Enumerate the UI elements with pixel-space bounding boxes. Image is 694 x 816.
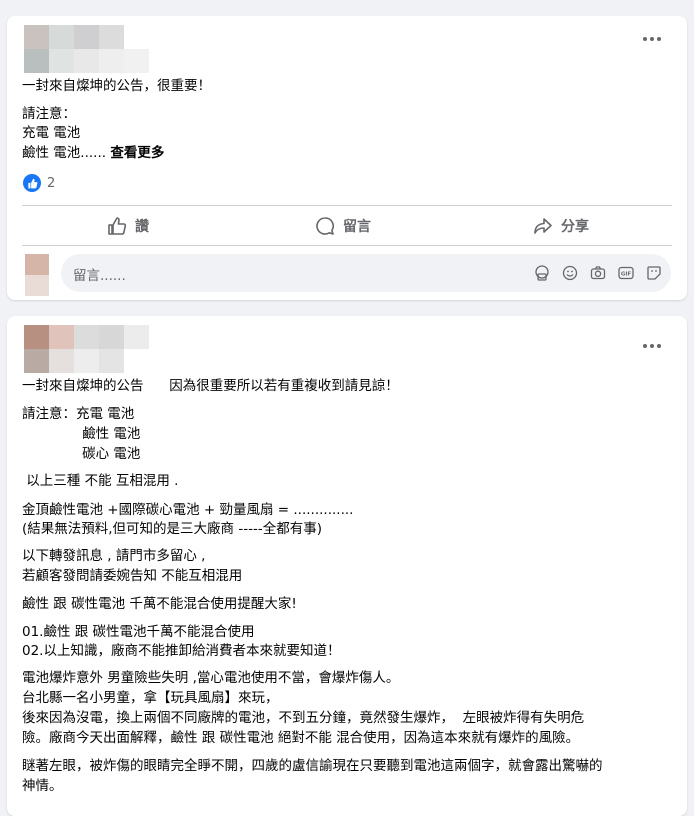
like-label: 讚 <box>135 219 149 235</box>
comment-placeholder: 留言...... <box>73 268 126 284</box>
post-text-line: 充電 電池 <box>22 125 81 141</box>
post-text-line: 以上三種 不能 互相混用 . <box>22 473 179 489</box>
post-card-1: 一封來自燦坤的公告，很重要！ 請注意： 充電 電池 鹼性 電池...... 查看… <box>7 16 687 300</box>
share-button[interactable]: 分享 <box>533 214 589 238</box>
post-text-line: 若顧客發問請委婉告知 不能互相混用 <box>22 568 243 584</box>
post-text-prefix: 鹼性 電池...... <box>22 145 111 161</box>
like-button[interactable]: 讚 <box>107 214 149 238</box>
see-more-link[interactable]: 查看更多 <box>110 145 164 161</box>
post-text-line: 碳心 電池 <box>22 446 141 462</box>
divider <box>22 245 672 246</box>
post-text-line: 01.鹼性 跟 碳性電池千萬不能混合使用 <box>22 624 255 640</box>
like-reaction-icon <box>23 174 41 192</box>
comment-label: 留言 <box>343 219 371 235</box>
post-text-line: 後來因為沒電，換上兩個不同廠牌的電池，不到五分鐘，竟然發生爆炸， 左眼被炸得有失… <box>22 710 585 726</box>
post-text-line: 請注意：充電 電池 <box>22 406 135 422</box>
camera-icon[interactable] <box>589 264 607 282</box>
comment-button[interactable]: 留言 <box>315 214 371 238</box>
avatar[interactable] <box>24 325 149 373</box>
post-text-line: 鹼性 跟 碳性電池 千萬不能混合使用提醒大家! <box>22 596 297 612</box>
commenter-avatar[interactable] <box>25 254 49 296</box>
post-text-line: 鹼性 電池...... 查看更多 <box>22 143 164 163</box>
post-text-line: 金頂鹼性電池 +國際碳心電池 + 勁量風扇 = .............. <box>22 502 354 518</box>
reaction-summary[interactable]: 2 <box>23 174 55 192</box>
post-text-line: 神情。 <box>22 778 63 794</box>
svg-text:GIF: GIF <box>621 272 632 278</box>
thumbs-up-icon <box>108 217 127 235</box>
like-count: 2 <box>47 175 56 191</box>
emoji-icon[interactable] <box>561 264 579 282</box>
more-options-icon[interactable] <box>643 37 663 43</box>
comment-bubble-icon <box>316 217 335 235</box>
post-text-line: (結果無法預料,但可知的是三大廠商 -----全都有事) <box>22 521 322 537</box>
post-title: 一封來自燦坤的公告，很重要！ <box>22 78 211 94</box>
comment-input[interactable]: 留言...... GIF <box>61 254 671 292</box>
avatar[interactable] <box>24 25 149 73</box>
more-options-icon[interactable] <box>643 344 663 350</box>
share-label: 分享 <box>561 219 589 235</box>
sticker-icon[interactable] <box>645 264 663 282</box>
post-text-line: 鹼性 電池 <box>22 426 141 442</box>
gif-icon[interactable]: GIF <box>617 264 635 282</box>
divider <box>22 205 672 206</box>
post-text-line: 險。廠商今天出面解釋，鹼性 跟 碳性電池 絕對不能 混合使用，因為這本來就有爆炸… <box>22 730 580 746</box>
post-text-line: 02.以上知識，廠商不能推卸給消費者本來就要知道！ <box>22 643 341 659</box>
post-text-line: 請注意： <box>22 106 76 122</box>
post-text-line: 台北縣一名小男童，拿【玩具風扇】來玩， <box>22 690 279 706</box>
post-text-line: 以下轉發訊息 , 請門市多留心 , <box>22 548 206 564</box>
post-text-line: 電池爆炸意外 男童險些失明 ,當心電池使用不當，會爆炸傷人。 <box>22 670 400 686</box>
share-arrow-icon <box>534 218 552 234</box>
post-card-2: 一封來自燦坤的公告 因為很重要所以若有重複收到請見諒！ 請注意：充電 電池 鹼性… <box>7 316 687 816</box>
post-title: 一封來自燦坤的公告 因為很重要所以若有重複收到請見諒！ <box>22 378 399 394</box>
avatar-sticker-icon[interactable] <box>533 264 551 282</box>
post-text-line: 瞇著左眼，被炸傷的眼睛完全睜不開，四歲的盧信諭現在只要聽到電池這兩個字，就會露出… <box>22 758 603 774</box>
